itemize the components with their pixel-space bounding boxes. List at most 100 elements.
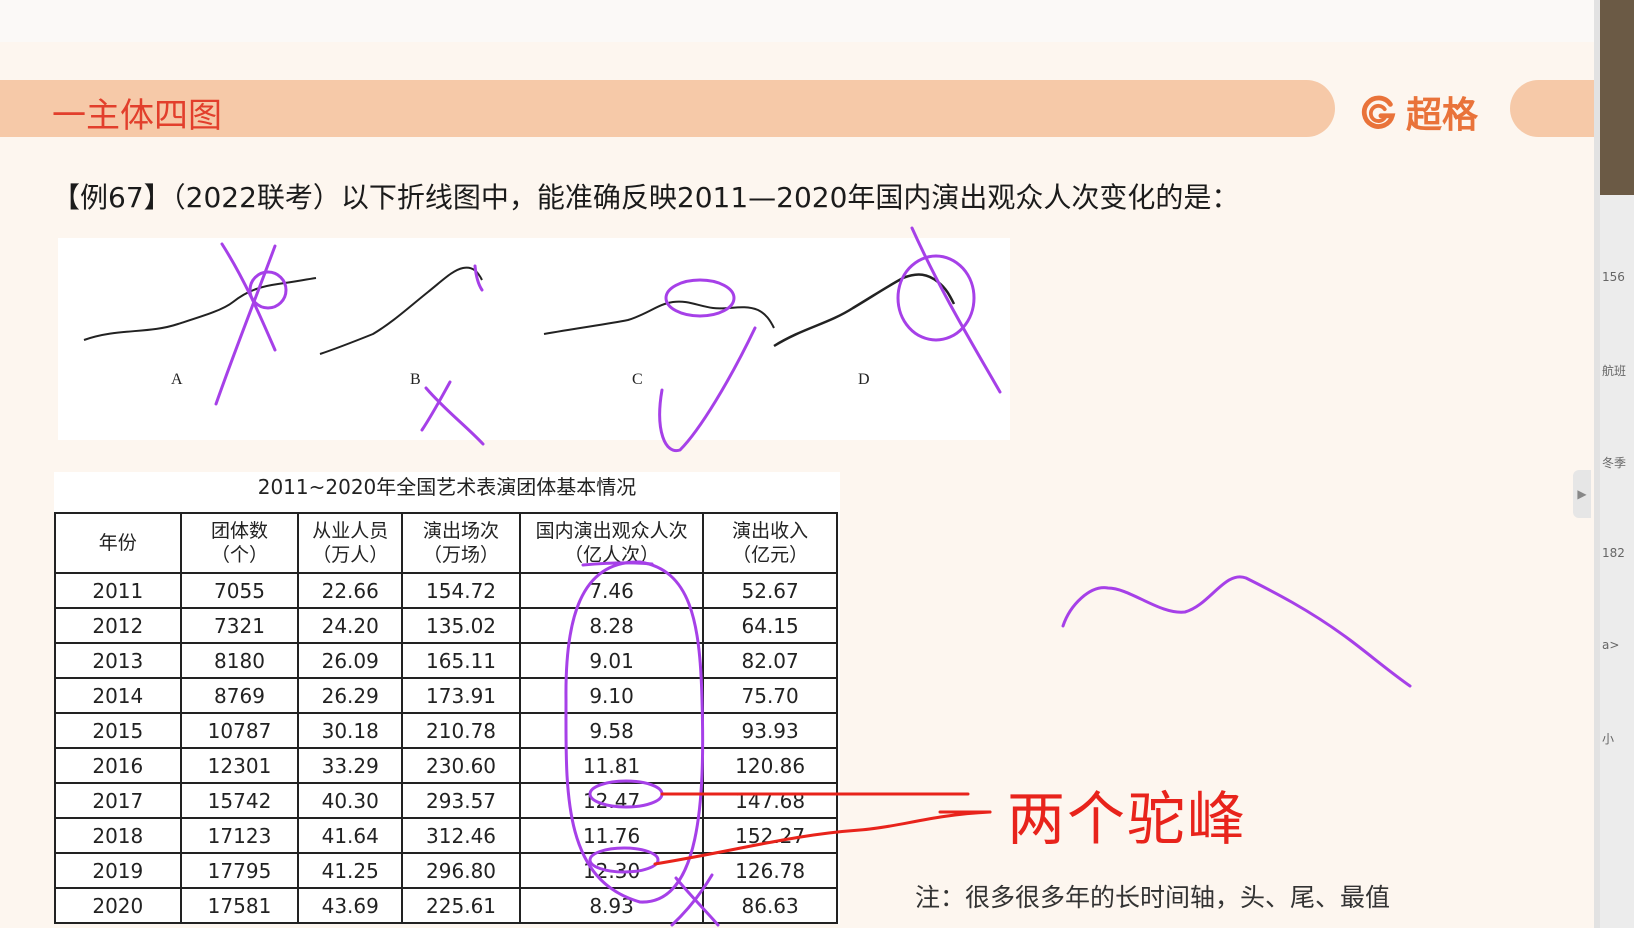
table-cell: 2019	[54, 852, 182, 889]
table-cell: 8.93	[518, 887, 705, 924]
brand-logo-icon	[1361, 95, 1396, 129]
table-header-cell: 年份	[54, 512, 182, 574]
note-text: 注：很多很多年的长时间轴，头、尾、最值	[915, 883, 1391, 912]
table-cell: 7.46	[518, 572, 705, 609]
table-cell: 43.69	[297, 887, 404, 924]
table-row: 2018 17123 41.64 312.46 11.76 152.27	[54, 817, 838, 854]
table-cell: 210.78	[401, 712, 521, 749]
side-panel: 156 航班 冬季 182 a> 小	[1600, 0, 1634, 928]
side-list-item[interactable]: 小	[1602, 730, 1634, 822]
table-cell: 152.27	[702, 817, 838, 854]
table-cell: 165.11	[401, 642, 521, 679]
banner-right-cap	[1510, 80, 1600, 137]
table-cell: 64.15	[702, 607, 838, 644]
table-cell: 2012	[54, 607, 182, 644]
table-cell: 82.07	[702, 642, 838, 679]
table-row: 2016 12301 33.29 230.60 11.81 120.86	[54, 747, 838, 784]
side-video-thumbnail	[1600, 0, 1634, 195]
table-cell: 52.67	[702, 572, 838, 609]
side-list-item[interactable]: a>	[1602, 638, 1634, 730]
table-cell: 12.47	[518, 782, 705, 819]
table-row: 2020 17581 43.69 225.61 8.93 86.63	[54, 887, 838, 924]
table-cell: 2017	[54, 782, 182, 819]
stats-table: 年份 团体数 （个） 从业人员 （万人） 演出场次 （万场） 国内演出观众人次 …	[54, 512, 838, 924]
table-header-cell: 从业人员 （万人）	[297, 512, 404, 574]
table-cell: 17795	[179, 852, 300, 889]
ink-two-humps-curve	[1061, 575, 1412, 688]
table-cell: 8180	[179, 642, 300, 679]
table-header-cell: 团体数 （个）	[179, 512, 300, 574]
table-cell: 12301	[179, 747, 300, 784]
table-cell: 12.30	[518, 852, 705, 889]
table-cell: 9.10	[518, 677, 705, 714]
table-cell: 41.25	[297, 852, 404, 889]
brand: 超格	[1360, 86, 1478, 138]
table-cell: 2018	[54, 817, 182, 854]
table-cell: 40.30	[297, 782, 404, 819]
table-cell: 8769	[179, 677, 300, 714]
table-cell: 30.18	[297, 712, 404, 749]
side-message-list: 156 航班 冬季 182 a> 小	[1602, 270, 1634, 822]
option-d-label: D	[858, 371, 870, 388]
table-row: 2015 10787 30.18 210.78 9.58 93.93	[54, 712, 838, 749]
table-cell: 26.29	[297, 677, 404, 714]
table-cell: 7055	[179, 572, 300, 609]
table-cell: 7321	[179, 607, 300, 644]
table-cell: 126.78	[702, 852, 838, 889]
table-cell: 17123	[179, 817, 300, 854]
question-text: 【例67】（2022联考）以下折线图中，能准确反映2011—2020年国内演出观…	[52, 181, 1240, 214]
option-charts: A B C D	[83, 266, 956, 388]
table-cell: 2013	[54, 642, 182, 679]
option-c-curve	[543, 300, 775, 335]
table-cell: 173.91	[401, 677, 521, 714]
table-cell: 15742	[179, 782, 300, 819]
table-header-cell: 国内演出观众人次 （亿人次）	[518, 512, 705, 574]
table-row: 2012 7321 24.20 135.02 8.28 64.15	[54, 607, 838, 644]
table-cell: 2015	[54, 712, 182, 749]
table-header-cell: 演出收入 （亿元）	[702, 512, 838, 574]
table-row: 2014 8769 26.29 173.91 9.10 75.70	[54, 677, 838, 714]
table-cell: 11.76	[518, 817, 705, 854]
table-cell: 2020	[54, 887, 182, 924]
top-toolbar	[0, 0, 1600, 42]
side-list-item[interactable]: 156	[1602, 270, 1634, 362]
table-cell: 293.57	[401, 782, 521, 819]
table-cell: 9.58	[518, 712, 705, 749]
table-cell: 17581	[179, 887, 300, 924]
table-cell: 26.09	[297, 642, 404, 679]
table-cell: 8.28	[518, 607, 705, 644]
stats-table-area: 2011~2020年全国艺术表演团体基本情况 年份 团体数 （个） 从业人员 （…	[54, 472, 840, 924]
table-cell: 120.86	[702, 747, 838, 784]
option-b-curve	[319, 266, 483, 355]
table-cell: 296.80	[401, 852, 521, 889]
side-list-item[interactable]: 航班	[1602, 362, 1634, 454]
table-cell: 75.70	[702, 677, 838, 714]
table-cell: 230.60	[401, 747, 521, 784]
table-cell: 93.93	[702, 712, 838, 749]
side-list-item[interactable]: 冬季	[1602, 454, 1634, 546]
table-cell: 154.72	[401, 572, 521, 609]
side-list-item[interactable]: 182	[1602, 546, 1634, 638]
annotation-two-humps: 两个驼峰	[1007, 785, 1248, 853]
table-header-cell: 演出场次 （万场）	[401, 512, 521, 574]
table-cell: 147.68	[702, 782, 838, 819]
option-a-label: A	[171, 371, 183, 388]
collapse-panel-button[interactable]: ▶	[1573, 470, 1591, 518]
table-cell: 86.63	[702, 887, 838, 924]
table-cell: 11.81	[518, 747, 705, 784]
table-cell: 41.64	[297, 817, 404, 854]
table-cell: 2014	[54, 677, 182, 714]
table-row: 2017 15742 40.30 293.57 12.47 147.68	[54, 782, 838, 819]
option-b-label: B	[410, 371, 421, 388]
table-cell: 135.02	[401, 607, 521, 644]
option-a-curve	[83, 277, 317, 341]
table-cell: 312.46	[401, 817, 521, 854]
option-c-label: C	[632, 371, 643, 388]
table-cell: 33.29	[297, 747, 404, 784]
option-charts-panel: A B C D	[58, 238, 1010, 440]
table-cell: 2011	[54, 572, 182, 609]
table-cell: 9.01	[518, 642, 705, 679]
option-d-curve	[773, 273, 956, 348]
table-row: 2013 8180 26.09 165.11 9.01 82.07	[54, 642, 838, 679]
table-header-row: 年份 团体数 （个） 从业人员 （万人） 演出场次 （万场） 国内演出观众人次 …	[54, 512, 838, 574]
